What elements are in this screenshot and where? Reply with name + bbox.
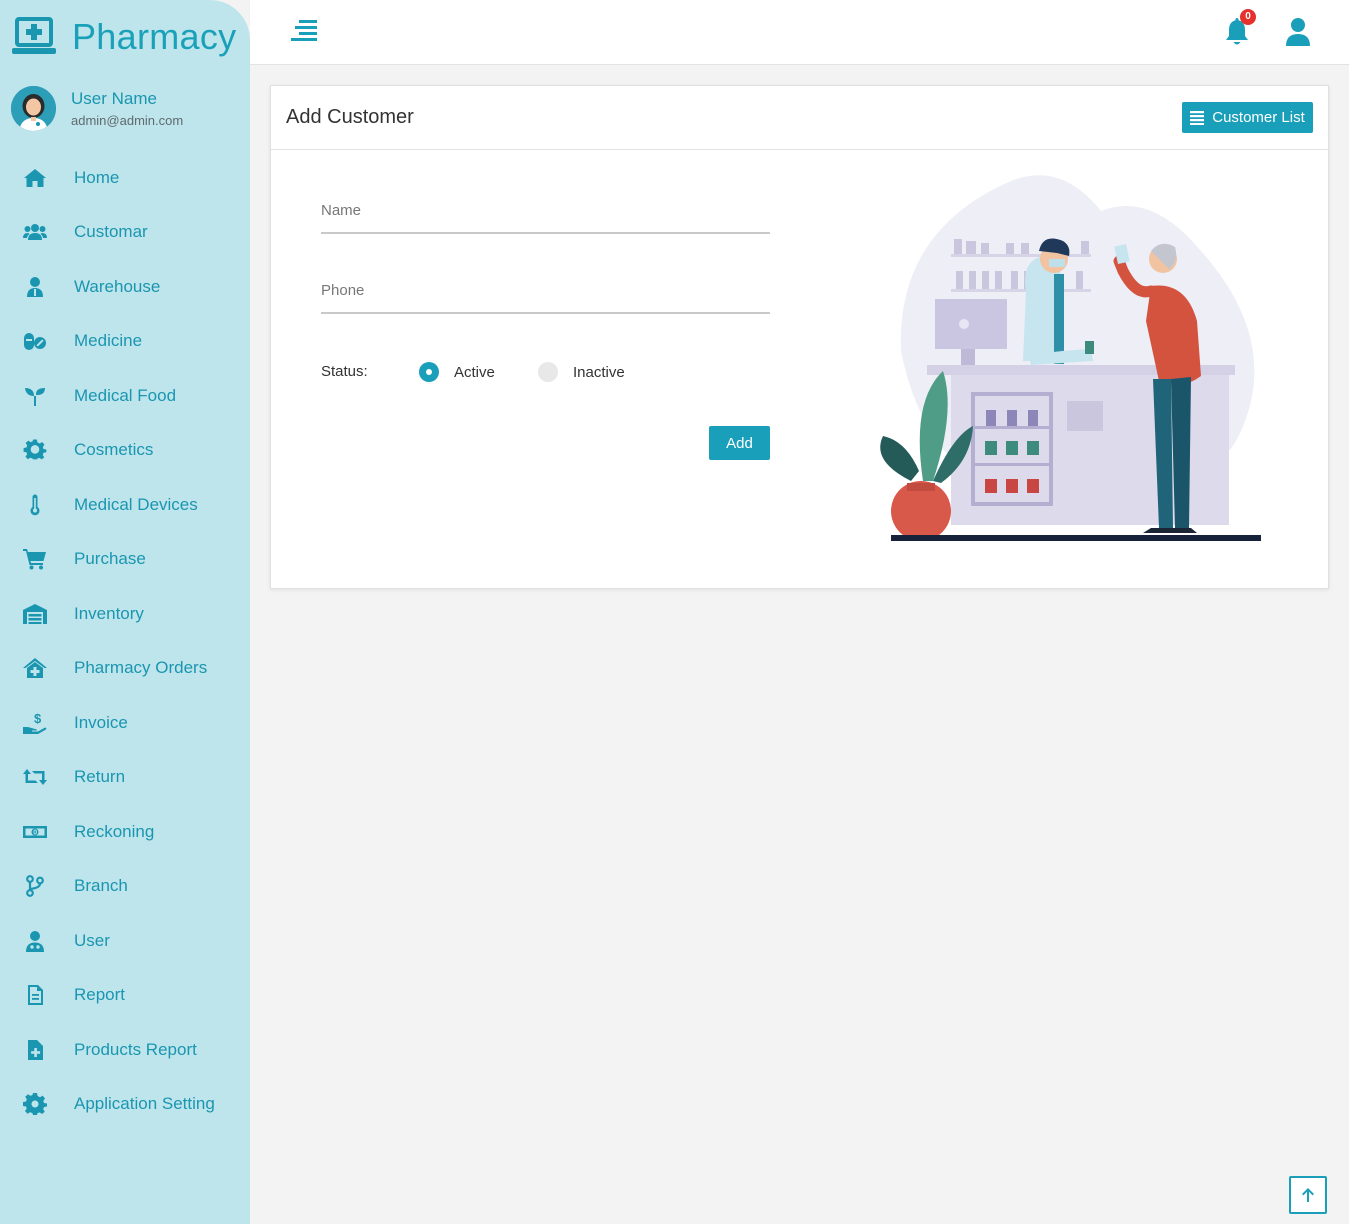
sidebar-item-pharmacy-orders[interactable]: Pharmacy Orders [0, 648, 250, 688]
svg-text:$: $ [34, 712, 42, 726]
arrow-up-icon [1302, 1188, 1314, 1202]
sidebar-item-home[interactable]: Home [0, 158, 250, 198]
card-header: Add Customer Customer List [271, 86, 1328, 150]
customer-list-label: Customer List [1212, 109, 1305, 126]
notification-badge: 0 [1240, 9, 1256, 25]
user-profile: User Name admin@admin.com [11, 86, 183, 131]
pills-icon [22, 329, 48, 353]
svg-text:0: 0 [33, 830, 37, 837]
list-icon [1190, 110, 1205, 125]
brand-title: Pharmacy [72, 16, 237, 57]
sidebar-item-cosmetics[interactable]: Cosmetics [0, 430, 250, 470]
users-icon [22, 220, 48, 244]
add-button[interactable]: Add [709, 426, 770, 460]
profile-name: User Name [71, 89, 157, 108]
laptop-medical-icon [12, 17, 56, 54]
sidebar-item-products-report[interactable]: Products Report [0, 1030, 250, 1070]
warehouse-icon [22, 602, 48, 626]
user-doctor-icon [22, 929, 48, 953]
file-medical-icon [22, 1038, 48, 1062]
pharmacy-illustration [880, 175, 1261, 541]
seedling-icon [22, 384, 48, 408]
inactive-label: Inactive [573, 363, 625, 381]
status-active-radio[interactable]: Active [419, 362, 495, 382]
sidebar-item-medical-food[interactable]: Medical Food [0, 376, 250, 416]
file-icon [22, 983, 48, 1007]
sidebar-item-customar[interactable]: Customar [0, 212, 250, 252]
sidebar-item-warehouse[interactable]: Warehouse [0, 267, 250, 307]
menu-toggle-icon[interactable] [291, 19, 317, 43]
brand[interactable]: Pharmacy [12, 14, 236, 60]
status-inactive-radio[interactable]: Inactive [538, 362, 625, 382]
active-label: Active [454, 363, 495, 381]
code-branch-icon [22, 874, 48, 898]
hand-dollar-icon: $ [22, 711, 48, 735]
name-field[interactable] [321, 198, 770, 234]
sidebar-item-purchase[interactable]: Purchase [0, 539, 250, 579]
name-input[interactable] [321, 198, 770, 222]
topbar: 0 [250, 0, 1349, 65]
money-bill-icon: 0 [22, 820, 48, 844]
sidebar-item-return[interactable]: Return [0, 757, 250, 797]
add-customer-card: Add Customer Customer List Status: Activ… [270, 85, 1329, 589]
sidebar-item-medical-devices[interactable]: Medical Devices [0, 485, 250, 525]
sidebar-item-report[interactable]: Report [0, 975, 250, 1015]
radio-unchecked-indicator[interactable] [538, 362, 558, 382]
radio-checked-indicator[interactable] [419, 362, 439, 382]
cog-icon [22, 1092, 48, 1116]
scroll-to-top-button[interactable] [1289, 1176, 1327, 1214]
phone-input[interactable] [321, 278, 770, 302]
avatar [11, 86, 56, 131]
retweet-icon [22, 765, 48, 789]
page-title: Add Customer [286, 106, 414, 128]
cart-icon [22, 547, 48, 571]
sidebar-item-user[interactable]: User [0, 921, 250, 961]
sidebar-item-reckoning[interactable]: 0 Reckoning [0, 812, 250, 852]
phone-field[interactable] [321, 278, 770, 314]
sidebar-item-medicine[interactable]: Medicine [0, 321, 250, 361]
customer-list-button[interactable]: Customer List [1182, 102, 1313, 133]
thermometer-icon [22, 493, 48, 517]
status-label: Status: [321, 363, 368, 380]
clinic-icon [22, 656, 48, 680]
sidebar-item-inventory[interactable]: Inventory [0, 594, 250, 634]
home-icon [22, 166, 48, 190]
profile-email: admin@admin.com [71, 113, 184, 128]
sidebar-item-application-setting[interactable]: Application Setting [0, 1084, 250, 1124]
user-tie-icon [22, 275, 48, 299]
sidebar: Pharmacy User Name admin@admin.com Home … [0, 0, 250, 1224]
sidebar-item-branch[interactable]: Branch [0, 866, 250, 906]
sidebar-item-invoice[interactable]: $ Invoice [0, 703, 250, 743]
gear-outline-icon [22, 438, 48, 462]
user-account-icon[interactable] [1286, 18, 1310, 46]
